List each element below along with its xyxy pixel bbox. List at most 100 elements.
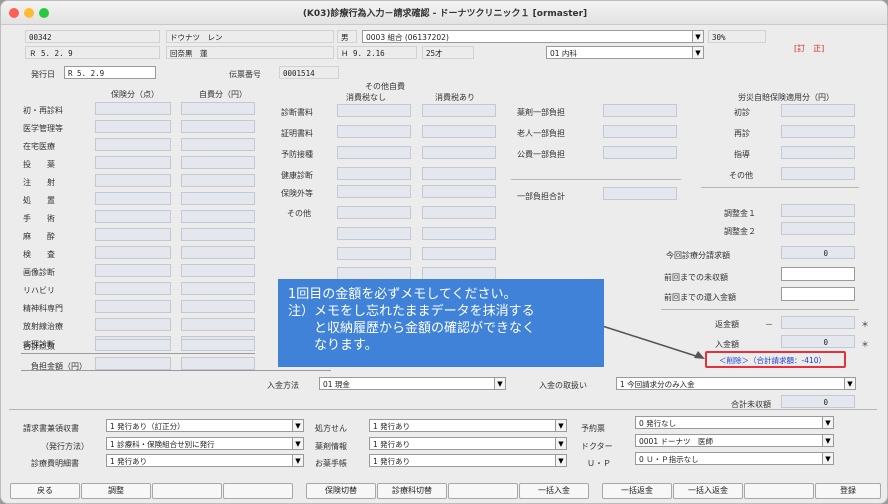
doctor-select[interactable]: 0001 ドーナツ 医師 ▼: [635, 434, 834, 447]
burden-amount-label: 負担金額（円）: [31, 362, 87, 371]
rosai-row-label: 初診: [734, 108, 750, 117]
department-switch-button[interactable]: 診療科切替: [377, 483, 447, 499]
patient-id-field: 00342: [25, 30, 160, 43]
up-select[interactable]: 0 Ｕ・Ｐ指示なし ▼: [635, 452, 834, 465]
public-row-label: 薬剤一部負担: [517, 108, 565, 117]
back-button[interactable]: 戻る: [10, 483, 80, 499]
self-amount-box: [181, 192, 255, 205]
adjust2-label: 調整金２: [724, 227, 756, 236]
insurance-value: 0003 組合 (06137202): [366, 33, 449, 42]
other-self-amount-box: [422, 185, 496, 198]
rosai-amount-box: [781, 104, 855, 117]
issue-method-label: （発行方法）: [41, 442, 89, 451]
issue-method-value: 1 診療科・保険組合せ別に発行: [110, 440, 215, 449]
insured-points-box: [95, 102, 171, 115]
partial-total-box: [603, 187, 677, 200]
title-bar: (K03)診療行為入力－請求確認 - ドーナツクリニック１ [ormaster]: [1, 1, 887, 25]
detail-select[interactable]: 1 発行あり ▼: [106, 454, 304, 467]
department-value: 01 内科: [550, 49, 577, 58]
payment-method-label: 入金方法: [267, 381, 299, 390]
insured-points-box: [95, 174, 171, 187]
received-asterisk: ＊: [861, 340, 869, 349]
rosai-row-label: 再診: [734, 129, 750, 138]
self-amount-box: [181, 138, 255, 151]
insurance-select[interactable]: 0003 組合 (06137202) ▼: [362, 30, 704, 43]
self-amount-box: [181, 228, 255, 241]
bulk-payment-refund-button[interactable]: 一括入返金: [673, 483, 743, 499]
prev-unpaid-input[interactable]: [781, 267, 855, 281]
other-self-amount-box: [337, 247, 411, 260]
refund-sign: －: [765, 320, 773, 329]
bulk-refund-button[interactable]: 一括返金: [602, 483, 672, 499]
visit-date-field: Ｒ 5. 2. 9: [25, 46, 160, 59]
other-self-amount-box: [422, 125, 496, 138]
self-amount-box: [181, 264, 255, 277]
issue-method-select[interactable]: 1 診療科・保険組合せ別に発行 ▼: [106, 437, 304, 450]
drug-info-value: 1 発行あり: [373, 440, 411, 449]
other-self-amount-box: [422, 247, 496, 260]
total-self-box: [181, 339, 255, 351]
drug-info-label: 薬剤情報: [315, 442, 347, 451]
burden-amount-box: [95, 357, 171, 370]
birth-date-field: Ｈ 9. 2.16: [337, 46, 417, 59]
chevron-down-icon: ▼: [292, 455, 303, 466]
appointment-select[interactable]: 0 発行なし ▼: [635, 416, 834, 429]
insured-points-box: [95, 246, 171, 259]
spare-button[interactable]: [744, 483, 814, 499]
adjust-button[interactable]: 調整: [81, 483, 151, 499]
payment-handling-value: 1 今回請求分のみ入金: [620, 380, 695, 389]
app-window: (K03)診療行為入力－請求確認 - ドーナツクリニック１ [ormaster]…: [0, 0, 888, 504]
other-self-amount-box: [422, 206, 496, 219]
other-self-amount-box: [422, 227, 496, 240]
payment-method-value: 01 現金: [323, 380, 350, 389]
other-self-amount-box: [337, 206, 411, 219]
prev-unpaid-label: 前回までの未収額: [664, 273, 728, 282]
other-self-amount-box: [422, 167, 496, 180]
warning-tooltip: 1回目の金額を必ずメモしてください。 注）メモをし忘れたままデータを抹消する と…: [278, 279, 604, 367]
insured-points-header: 保険分（点）: [111, 90, 159, 99]
partial-total-label: 一部負担合計: [517, 192, 565, 201]
payment-handling-select[interactable]: 1 今回請求分のみ入金 ▼: [616, 377, 856, 390]
payment-method-select[interactable]: 01 現金 ▼: [319, 377, 506, 390]
up-label: Ｕ・Ｐ: [587, 459, 611, 468]
callout-arrow: [592, 322, 705, 359]
insured-points-box: [95, 264, 171, 277]
refund-asterisk: ＊: [861, 320, 869, 329]
spare-button[interactable]: [223, 483, 293, 499]
delete-link[interactable]: ＜削除＞（合計請求額：-410）: [719, 355, 826, 366]
notebook-select[interactable]: 1 発行あり ▼: [369, 454, 567, 467]
issue-date-input[interactable]: R 5. 2.9: [64, 66, 156, 79]
adjust1-box: [781, 204, 855, 217]
chevron-down-icon: ▼: [292, 438, 303, 449]
receipt-select[interactable]: 1 発行あり（訂正分） ▼: [106, 419, 304, 432]
self-amount-box: [181, 120, 255, 133]
rx-select[interactable]: 1 発行あり ▼: [369, 419, 567, 432]
other-self-row-label: 保険外等: [281, 189, 313, 198]
rosai-amount-box: [781, 167, 855, 180]
drug-info-select[interactable]: 1 発行あり ▼: [369, 437, 567, 450]
department-select[interactable]: 01 内科 ▼: [546, 46, 704, 59]
other-self-amount-box: [337, 227, 411, 240]
row-label: 初・再診料: [23, 106, 63, 115]
self-amount-box: [181, 210, 255, 223]
slip-number-field: 0001514: [279, 66, 339, 79]
burden-self-box: [181, 357, 255, 370]
insurance-switch-button[interactable]: 保険切替: [306, 483, 376, 499]
current-claim-label: 今回診療分請求額: [666, 251, 730, 260]
row-label: 在宅医療: [23, 142, 55, 151]
bulk-payment-button[interactable]: 一括入金: [519, 483, 589, 499]
spare-button[interactable]: [448, 483, 518, 499]
chevron-down-icon: ▼: [822, 417, 833, 428]
notebook-label: お薬手帳: [315, 459, 347, 468]
received-value: 0: [781, 335, 855, 348]
total-points-label: 合計点数: [23, 342, 55, 351]
chevron-down-icon: ▼: [494, 378, 505, 389]
spare-button[interactable]: [152, 483, 222, 499]
receipt-value: 1 発行あり（訂正分）: [110, 422, 185, 431]
prev-refund-input[interactable]: [781, 287, 855, 301]
chevron-down-icon: ▼: [692, 31, 703, 42]
unpaid-total-value: 0: [781, 395, 855, 408]
register-button[interactable]: 登録: [815, 483, 881, 499]
chevron-down-icon: ▼: [555, 455, 566, 466]
insured-points-box: [95, 228, 171, 241]
